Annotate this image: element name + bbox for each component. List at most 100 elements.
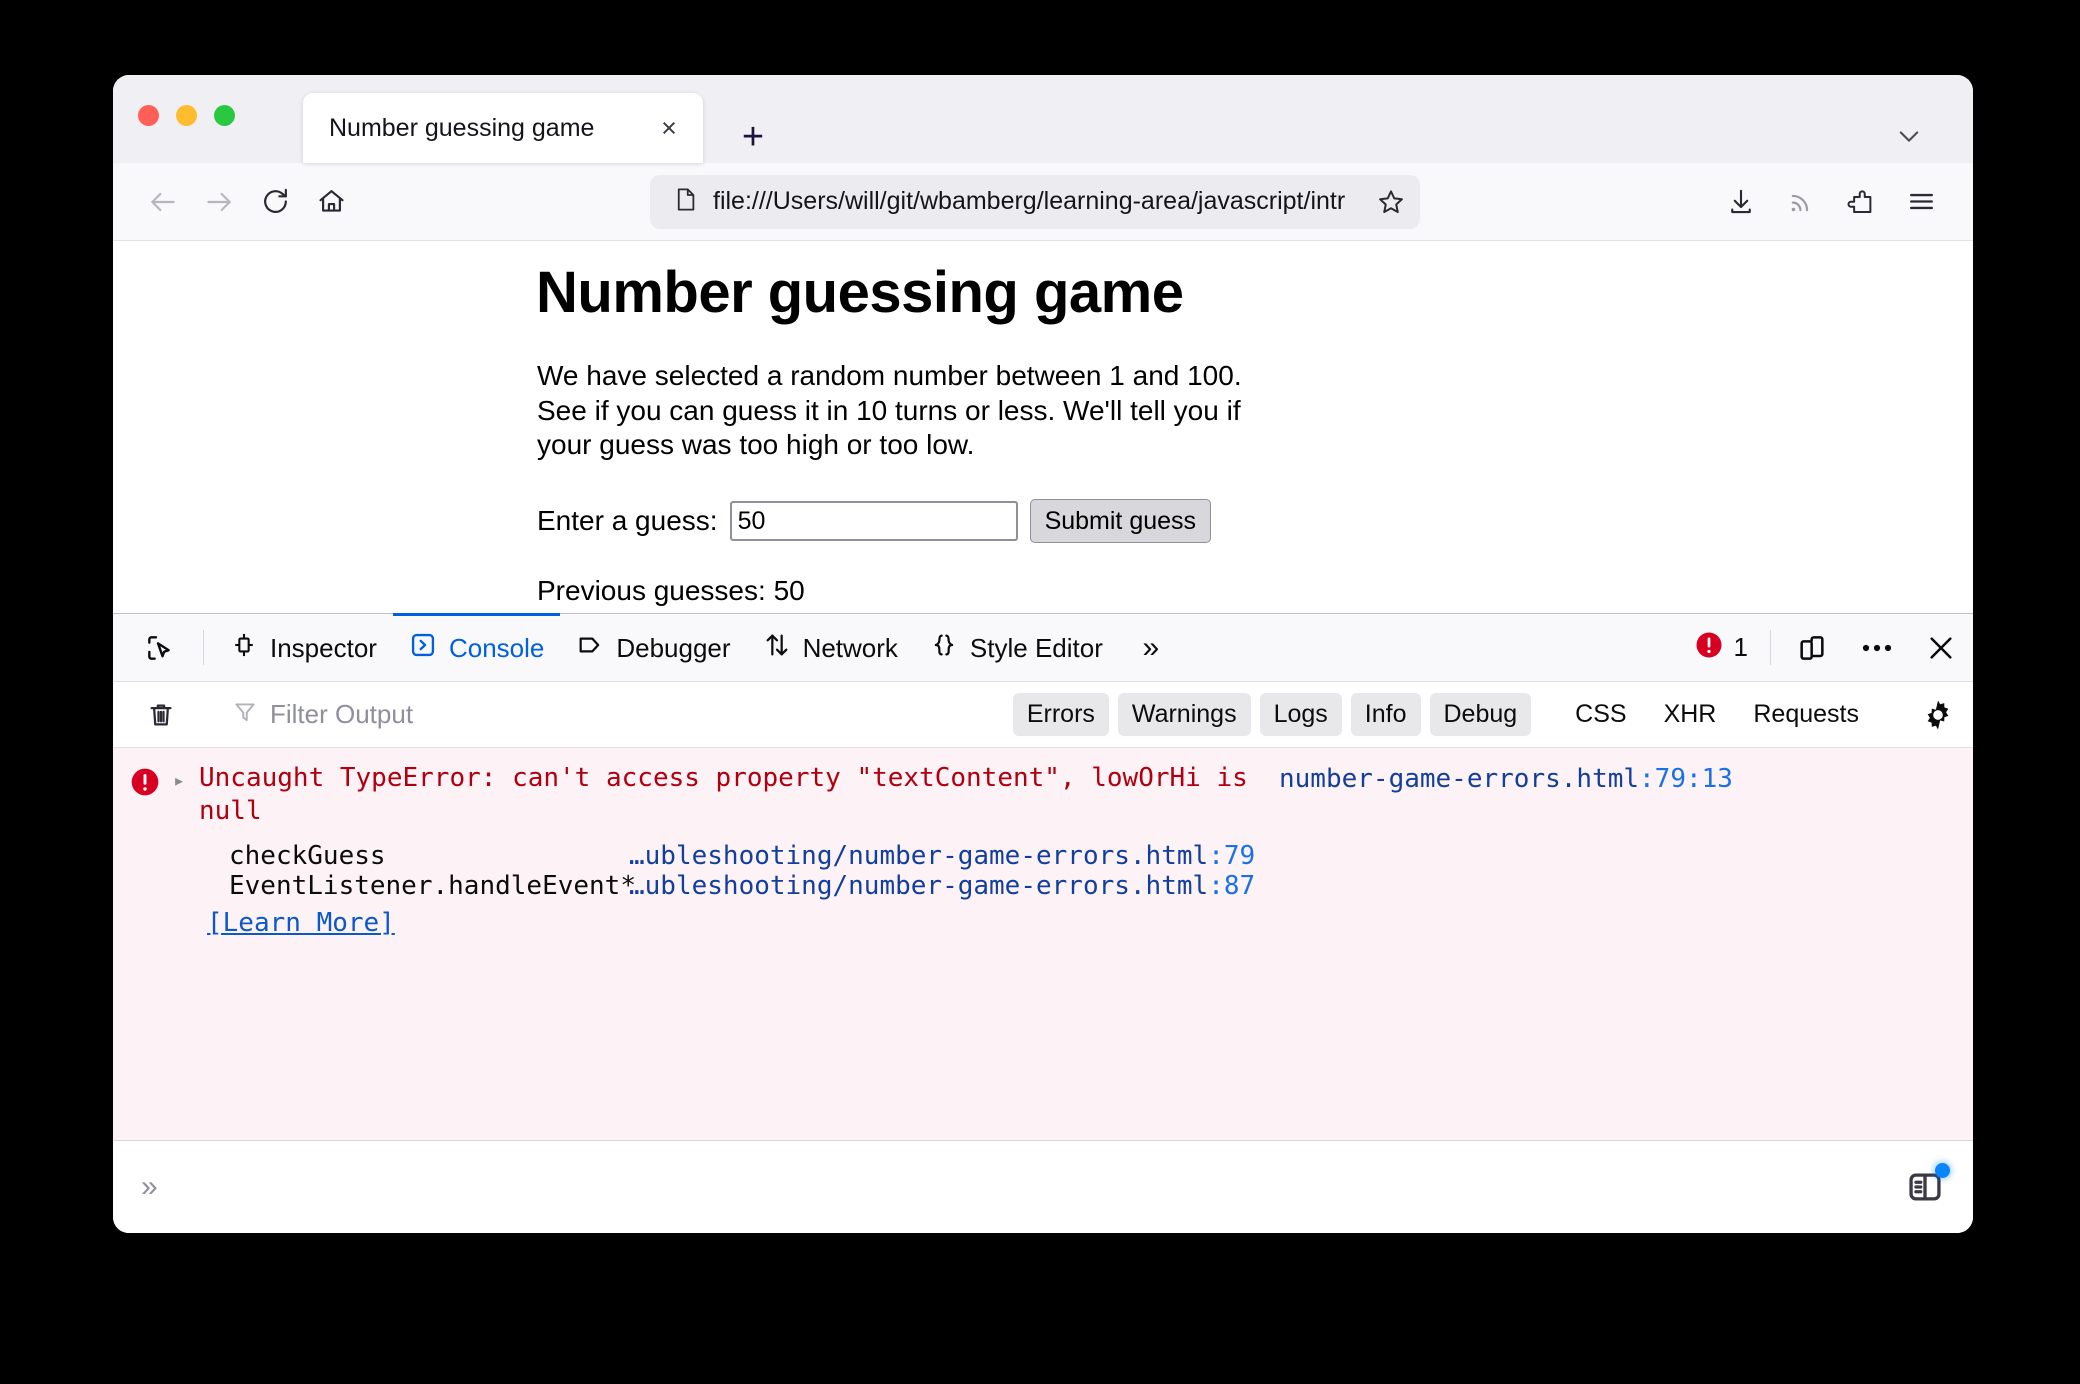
filter-logs-button[interactable]: Logs [1259,693,1342,736]
stack-frame-location[interactable]: …ubleshooting/number-game-errors.html:87 [629,871,1255,902]
error-icon [1694,630,1724,665]
editor-mode-icon[interactable] [1899,1161,1951,1213]
console-error-icon [129,762,173,938]
page-icon [672,186,699,218]
stack-frame-file: …ubleshooting/number-game-errors.html [629,871,1209,902]
console-error-stack: checkGuess …ubleshooting/number-game-err… [199,841,1953,902]
menu-icon[interactable] [1891,174,1951,230]
close-window-button[interactable] [138,105,159,126]
console-error-message: Uncaught TypeError: can't access propert… [199,763,1248,827]
urlbar-container: file:///Users/will/git/wbamberg/learning… [359,174,1711,229]
guess-input[interactable] [729,501,1018,542]
filter-warnings-button[interactable]: Warnings [1117,693,1251,736]
tab-inspector-label: Inspector [270,633,377,663]
browser-tab[interactable]: Number guessing game × [303,93,703,163]
stack-frame[interactable]: checkGuess …ubleshooting/number-game-err… [199,841,1953,872]
tab-console[interactable]: Console [392,613,561,681]
console-error-source-link[interactable]: number-game-errors.html:79:13 [1279,762,1733,794]
element-picker-icon[interactable] [127,614,193,681]
filter-placeholder: Filter Output [270,699,414,729]
rss-icon[interactable] [1771,174,1831,230]
stack-frame-line: :79 [1208,840,1256,871]
filter-errors-button[interactable]: Errors [1012,693,1109,736]
page-title: Number guessing game [536,260,1184,325]
close-tab-icon[interactable]: × [649,108,689,148]
tab-style-editor[interactable]: Style Editor [914,613,1119,681]
page-viewport: Number guessing game We have selected a … [113,241,1973,613]
reload-icon[interactable] [247,174,303,230]
inspector-icon [230,631,258,666]
console-error-row[interactable]: ▸ Uncaught TypeError: can't access prope… [113,748,1973,950]
network-icon [763,631,791,666]
tab-debugger[interactable]: Debugger [560,613,746,681]
filter-requests-button[interactable]: Requests [1739,693,1873,736]
tab-style-editor-label: Style Editor [969,633,1103,663]
address-bar[interactable]: file:///Users/will/git/wbamberg/learning… [650,174,1420,229]
filter-xhr-button[interactable]: XHR [1650,693,1731,736]
console-prompt-icon: » [141,1170,158,1203]
stack-frame[interactable]: EventListener.handleEvent* …ubleshooting… [199,871,1953,902]
maximize-window-button[interactable] [214,105,235,126]
devtools-toolbar: Inspector Console Debugger Network Style… [113,613,1973,682]
devtools-more-options-icon[interactable] [1845,614,1909,681]
clear-console-icon[interactable] [129,700,193,730]
extensions-icon[interactable] [1831,174,1891,230]
devtools-panel: Inspector Console Debugger Network Style… [113,613,1973,1233]
toolbar-divider-2 [1770,630,1771,665]
toolbar-divider [203,630,204,665]
tab-strip: Number guessing game × + [113,75,1973,163]
guess-form: Enter a guess: Submit guess [537,499,1973,544]
tab-network[interactable]: Network [747,613,914,681]
tab-console-label: Console [448,633,545,663]
console-error-headline: Uncaught TypeError: can't access propert… [199,762,1953,829]
error-count-label: 1 [1733,632,1748,662]
tab-debugger-label: Debugger [616,633,731,663]
stack-frame-line: :87 [1208,871,1256,902]
filter-debug-button[interactable]: Debug [1429,693,1532,736]
filter-css-button[interactable]: CSS [1561,693,1640,736]
submit-guess-button[interactable]: Submit guess [1029,499,1212,544]
filter-input[interactable]: Filter Output [214,692,1013,738]
console-input-row[interactable]: » [113,1141,1973,1233]
stack-frame-function: EventListener.handleEvent* [229,871,636,902]
learn-more-link[interactable]: [Learn More] [199,908,1953,938]
chevron-down-icon[interactable] [1889,119,1929,153]
console-output: ▸ Uncaught TypeError: can't access prope… [113,748,1973,1141]
url-text: file:///Users/will/git/wbamberg/learning… [713,187,1346,215]
previous-guesses-text: Previous guesses: 50 [537,575,805,607]
forward-icon[interactable] [191,174,247,230]
devtools-overflow-icon[interactable]: » [1119,614,1183,681]
console-icon [409,631,437,666]
gear-icon[interactable] [1903,698,1973,732]
window-controls [138,105,235,126]
error-source-file: number-game-errors.html [1279,764,1640,794]
tab-inspector[interactable]: Inspector [214,613,393,681]
page-intro-paragraph: We have selected a random number between… [537,360,1242,461]
stack-frame-function: checkGuess [229,840,386,871]
star-icon[interactable] [1376,187,1406,217]
guess-input-label: Enter a guess: [537,505,718,537]
filter-info-button[interactable]: Info [1350,693,1421,736]
browser-window: Number guessing game × + file:///Users/w… [113,75,1973,1233]
filter-icon [232,699,258,730]
error-source-line: :79:13 [1639,764,1733,794]
editor-notification-dot [1935,1163,1950,1178]
minimize-window-button[interactable] [176,105,197,126]
console-filter-bar: Filter Output Errors Warnings Logs Info … [113,682,1973,748]
responsive-design-mode-icon[interactable] [1781,614,1845,681]
new-tab-button[interactable]: + [731,115,775,159]
close-devtools-icon[interactable] [1909,614,1973,681]
stack-frame-location[interactable]: …ubleshooting/number-game-errors.html:79 [629,841,1255,872]
debugger-icon [576,631,604,666]
expand-error-arrow[interactable]: ▸ [173,762,199,938]
error-count-badge[interactable]: 1 [1682,614,1760,681]
tab-title: Number guessing game [329,113,595,142]
tab-network-label: Network [802,633,898,663]
style-editor-icon [930,631,958,666]
download-icon[interactable] [1711,174,1771,230]
stack-frame-file: …ubleshooting/number-game-errors.html [629,840,1209,871]
navigation-toolbar: file:///Users/will/git/wbamberg/learning… [113,163,1973,241]
home-icon[interactable] [303,174,359,230]
back-icon[interactable] [135,174,191,230]
